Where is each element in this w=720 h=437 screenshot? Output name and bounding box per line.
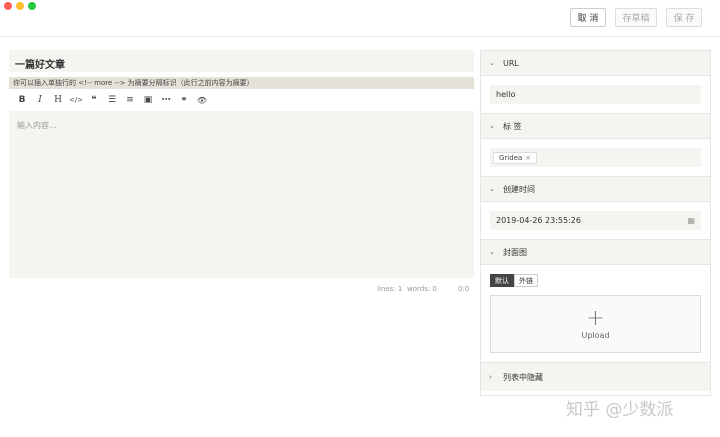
url-section-header[interactable]: ⌄ URL	[481, 51, 710, 76]
chevron-right-icon: ›	[489, 373, 492, 381]
line-count: lines: 1	[377, 285, 403, 293]
created-time-section-label: 创建时间	[503, 184, 535, 194]
word-count: words: 0	[407, 285, 437, 293]
content-editor[interactable]: 输入内容...	[9, 111, 474, 278]
cover-upload-area[interactable]: + Upload	[490, 295, 701, 353]
chevron-down-icon: ⌄	[489, 248, 495, 256]
cover-default-tab[interactable]: 默认	[490, 274, 514, 287]
cancel-button[interactable]: 取 消	[570, 8, 606, 27]
tags-input[interactable]: Gridea ×	[490, 148, 701, 167]
upload-label: Upload	[581, 330, 610, 340]
window-maximize-button[interactable]	[28, 2, 36, 10]
ordered-list-icon[interactable]: ≡	[121, 93, 139, 107]
summary-hint: 你可以插入单独行的 <!-- more --> 为摘要分隔标识（此行之前内容为摘…	[9, 77, 474, 89]
tag-label: Gridea	[499, 153, 523, 162]
preview-eye-icon[interactable]: 👁	[193, 93, 211, 107]
code-icon[interactable]: </>	[67, 93, 85, 107]
top-bar: 取 消 存草稿 保 存	[0, 0, 720, 37]
remove-tag-icon[interactable]: ×	[525, 154, 531, 162]
editor-panel: 一篇好文章 你可以插入单独行的 <!-- more --> 为摘要分隔标识（此行…	[9, 50, 474, 296]
editor-toolbar: B I H </> ❝ ☰ ≡ ▣ ⋯ ⚭ 👁	[9, 89, 474, 111]
hide-in-list-label: 列表中隐藏	[503, 372, 543, 382]
cover-source-switch: 默认 外链	[490, 274, 701, 287]
more-separator-icon[interactable]: ⋯	[157, 93, 175, 107]
plus-icon: +	[586, 305, 605, 331]
save-button[interactable]: 保 存	[666, 8, 702, 27]
cover-external-link-tab[interactable]: 外链	[514, 274, 538, 287]
created-time-section-header[interactable]: ⌄ 创建时间	[481, 177, 710, 202]
editor-status-bar: lines: 1 words: 0 0:0	[9, 278, 474, 296]
url-input[interactable]: hello	[490, 85, 701, 104]
heading-icon[interactable]: H	[49, 93, 67, 107]
quote-icon[interactable]: ❝	[85, 93, 103, 107]
chevron-down-icon: ⌄	[489, 185, 495, 193]
calendar-icon: ▦	[687, 216, 695, 225]
italic-icon[interactable]: I	[31, 93, 49, 107]
post-title-input[interactable]: 一篇好文章	[9, 50, 474, 72]
cursor-position: 0:0	[458, 285, 470, 293]
image-icon[interactable]: ▣	[139, 93, 157, 107]
watermark: 知乎 @少数派	[566, 400, 674, 420]
cover-section-header[interactable]: ⌄ 封面图	[481, 240, 710, 265]
hide-in-list-section-header[interactable]: › 列表中隐藏	[481, 363, 710, 391]
tag-chip: Gridea ×	[493, 151, 538, 164]
bold-icon[interactable]: B	[13, 93, 31, 107]
tags-section-label: 标 签	[503, 121, 522, 131]
unordered-list-icon[interactable]: ☰	[103, 93, 121, 107]
chevron-down-icon: ⌄	[489, 59, 495, 67]
chevron-down-icon: ⌄	[489, 122, 495, 130]
cover-section-label: 封面图	[503, 247, 527, 257]
save-draft-button[interactable]: 存草稿	[615, 8, 657, 27]
date-value: 2019-04-26 23:55:26	[496, 216, 581, 225]
post-settings-panel: ⌄ URL hello ⌄ 标 签 Gridea × ⌄ 创建时间 2019-0…	[480, 50, 711, 396]
window-close-button[interactable]	[4, 2, 12, 10]
url-section-label: URL	[503, 58, 519, 68]
link-icon[interactable]: ⚭	[175, 93, 193, 107]
date-picker-input[interactable]: 2019-04-26 23:55:26 ▦	[490, 211, 701, 230]
content-placeholder: 输入内容...	[17, 121, 57, 130]
tags-section-header[interactable]: ⌄ 标 签	[481, 114, 710, 139]
window-minimize-button[interactable]	[16, 2, 24, 10]
